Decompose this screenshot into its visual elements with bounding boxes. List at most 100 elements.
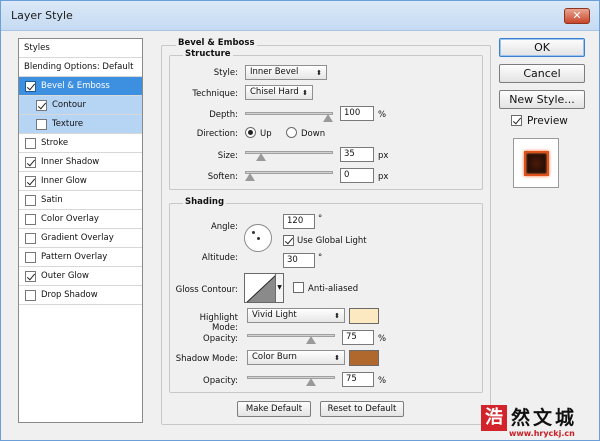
styles-item-drop-shadow[interactable]: Drop Shadow (19, 286, 142, 305)
structure-heading: Structure (183, 49, 233, 59)
depth-label: Depth: (209, 110, 238, 120)
styles-item-label: Blending Options: Default (24, 62, 134, 72)
styles-item-label: Gradient Overlay (41, 233, 114, 243)
technique-select[interactable]: Chisel Hard ⬍ (245, 85, 313, 100)
styles-item-outer-glow[interactable]: Outer Glow (19, 267, 142, 286)
color-overlay-checkbox[interactable] (25, 214, 36, 225)
use-global-light-checkbox[interactable] (283, 235, 294, 246)
styles-item-label: Texture (52, 119, 84, 129)
styles-item-gradient-overlay[interactable]: Gradient Overlay (19, 229, 142, 248)
depth-input[interactable]: 100 (340, 106, 374, 121)
styles-item-texture[interactable]: Texture (19, 115, 142, 134)
shadow-opacity-input[interactable]: 75 (342, 372, 374, 387)
styles-item-label: Styles (24, 43, 50, 53)
highlight-opacity-input[interactable]: 75 (342, 330, 374, 345)
altitude-label: Altitude: (201, 253, 238, 263)
style-label: Style: (213, 68, 238, 78)
angle-dial-center (257, 237, 260, 240)
size-label: Size: (217, 151, 238, 161)
size-input[interactable]: 35 (340, 147, 374, 162)
drop-shadow-checkbox[interactable] (25, 290, 36, 301)
new-style-button[interactable]: New Style... (499, 90, 585, 109)
inner-glow-checkbox[interactable] (25, 176, 36, 187)
outer-glow-checkbox[interactable] (25, 271, 36, 282)
styles-item-inner-shadow[interactable]: Inner Shadow (19, 153, 142, 172)
inner-shadow-checkbox[interactable] (25, 157, 36, 168)
angle-dial[interactable] (244, 224, 272, 252)
direction-up-radio[interactable] (245, 127, 256, 138)
texture-checkbox[interactable] (36, 119, 47, 130)
reset-to-default-button[interactable]: Reset to Default (320, 401, 404, 417)
contour-checkbox[interactable] (36, 100, 47, 111)
soften-unit: px (378, 172, 389, 182)
altitude-unit: ° (318, 253, 323, 263)
direction-down-label: Down (301, 129, 326, 139)
soften-slider-thumb[interactable] (245, 173, 255, 181)
styles-item-color-overlay[interactable]: Color Overlay (19, 210, 142, 229)
highlight-color-swatch[interactable] (349, 308, 379, 324)
altitude-input[interactable]: 30 (283, 253, 315, 268)
pattern-overlay-checkbox[interactable] (25, 252, 36, 263)
styles-item-label: Pattern Overlay (41, 252, 108, 262)
styles-item-inner-glow[interactable]: Inner Glow (19, 172, 142, 191)
highlight-opacity-thumb[interactable] (305, 336, 316, 344)
watermark-text: 然文城 (511, 407, 578, 429)
contour-dropdown-arrow[interactable]: ▼ (276, 273, 284, 303)
styles-list: Styles Blending Options: Default Bevel & E… (18, 38, 143, 423)
chevron-updown-icon: ⬍ (334, 354, 340, 362)
watermark: 浩 然文城 www.hryckj.cn (481, 401, 600, 441)
highlight-mode-label: Highlight Mode: (199, 313, 238, 333)
make-default-button[interactable]: Make Default (237, 401, 311, 417)
shadow-mode-select[interactable]: Color Burn ⬍ (247, 350, 345, 365)
shadow-opacity-track[interactable] (247, 376, 335, 379)
styles-item-bevel-emboss[interactable]: Bevel & Emboss (19, 77, 142, 96)
bevel-emboss-checkbox[interactable] (25, 81, 36, 92)
preview-label: Preview (527, 115, 568, 127)
styles-item-label: Color Overlay (41, 214, 99, 224)
depth-unit: % (378, 110, 387, 120)
soften-slider-track[interactable] (245, 171, 333, 174)
title-bar: Layer Style ✕ (1, 1, 599, 31)
gloss-contour-label: Gloss Contour: (175, 285, 238, 295)
shadow-color-swatch[interactable] (349, 350, 379, 366)
styles-item-label: Bevel & Emboss (41, 81, 110, 91)
technique-select-value: Chisel Hard (250, 87, 299, 97)
highlight-mode-select[interactable]: Vivid Light ⬍ (247, 308, 345, 323)
angle-input[interactable]: 120 (283, 214, 315, 229)
soften-input[interactable]: 0 (340, 168, 374, 183)
styles-item-styles[interactable]: Styles (19, 39, 142, 58)
style-select[interactable]: Inner Bevel ⬍ (245, 65, 327, 80)
satin-checkbox[interactable] (25, 195, 36, 206)
highlight-mode-value: Vivid Light (252, 310, 297, 320)
close-button[interactable]: ✕ (564, 8, 590, 24)
depth-slider-track[interactable] (245, 112, 333, 115)
styles-item-blending-options-default[interactable]: Blending Options: Default (19, 58, 142, 77)
bevel-emboss-heading: Bevel & Emboss (176, 38, 257, 48)
styles-item-stroke[interactable]: Stroke (19, 134, 142, 153)
use-global-light-label: Use Global Light (297, 236, 367, 246)
direction-down-radio[interactable] (286, 127, 297, 138)
stroke-checkbox[interactable] (25, 138, 36, 149)
shadow-opacity-label: Opacity: (203, 376, 238, 386)
depth-slider-thumb[interactable] (323, 114, 333, 122)
preview-checkbox[interactable] (511, 115, 522, 126)
gradient-overlay-checkbox[interactable] (25, 233, 36, 244)
cancel-button[interactable]: Cancel (499, 64, 585, 83)
styles-item-pattern-overlay[interactable]: Pattern Overlay (19, 248, 142, 267)
shadow-mode-value: Color Burn (252, 352, 297, 362)
shadow-opacity-thumb[interactable] (305, 378, 316, 386)
size-slider-thumb[interactable] (255, 153, 266, 161)
angle-unit: ° (318, 214, 323, 224)
chevron-updown-icon: ⬍ (316, 69, 322, 77)
direction-up-label: Up (260, 129, 272, 139)
styles-item-contour[interactable]: Contour (19, 96, 142, 115)
styles-item-label: Outer Glow (41, 271, 89, 281)
anti-aliased-checkbox[interactable] (293, 282, 304, 293)
shading-heading: Shading (183, 197, 227, 207)
styles-item-satin[interactable]: Satin (19, 191, 142, 210)
styles-item-label: Satin (41, 195, 63, 205)
gloss-contour-preview[interactable] (244, 273, 276, 303)
highlight-opacity-track[interactable] (247, 334, 335, 337)
ok-button[interactable]: OK (499, 38, 585, 57)
preview-swatch (524, 151, 549, 176)
